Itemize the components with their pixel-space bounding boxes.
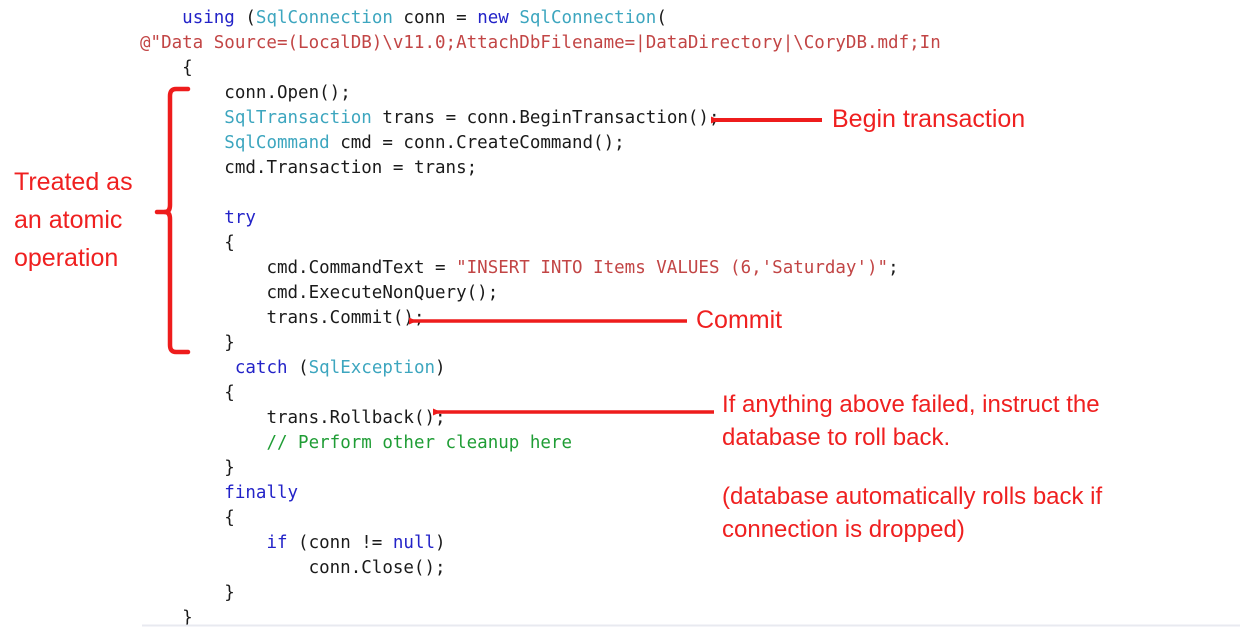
code-token: finally	[224, 483, 299, 503]
code-token: cmd = conn.CreateCommand();	[329, 133, 625, 153]
code-token: }	[224, 333, 235, 353]
code-line: }	[140, 456, 1240, 481]
code-line: }	[140, 331, 1240, 356]
code-line: cmd.CommandText = "INSERT INTO Items VAL…	[140, 256, 1240, 281]
code-token: }	[224, 458, 235, 478]
annotation-begin-transaction: Begin transaction	[832, 105, 1026, 133]
code-line: @"Data Source=(LocalDB)\v11.0;AttachDbFi…	[140, 31, 1240, 56]
code-token: catch	[224, 358, 299, 378]
code-token: }	[224, 583, 235, 603]
code-token: (	[298, 358, 309, 378]
code-token: trans = conn.BeginTransaction();	[371, 108, 720, 128]
code-token: (	[656, 8, 667, 28]
code-token: new	[477, 8, 520, 28]
code-token: SqlCommand	[224, 133, 330, 153]
code-token: {	[224, 233, 235, 253]
code-token: // Perform other cleanup here	[266, 433, 572, 453]
code-token: SqlConnection	[519, 8, 657, 28]
code-line: cmd.ExecuteNonQuery();	[140, 281, 1240, 306]
code-token: {	[224, 383, 235, 403]
code-token: SqlException	[308, 358, 436, 378]
code-token: }	[182, 608, 193, 628]
code-line: conn.Open();	[140, 81, 1240, 106]
code-line: trans.Commit();	[140, 306, 1240, 331]
code-line: cmd.Transaction = trans;	[140, 156, 1240, 181]
code-token: if	[266, 533, 299, 553]
code-line: using (SqlConnection conn = new SqlConne…	[140, 6, 1240, 31]
slide-canvas: using (SqlConnection conn = new SqlConne…	[0, 0, 1240, 629]
code-line: SqlTransaction trans = conn.BeginTransac…	[140, 106, 1240, 131]
code-token: cmd.Transaction = trans;	[224, 158, 478, 178]
code-token: conn =	[392, 8, 478, 28]
code-token: {	[224, 508, 235, 528]
code-line: {	[140, 231, 1240, 256]
code-line: }	[140, 606, 1240, 629]
code-token: conn.Open();	[224, 83, 351, 103]
code-token: (	[245, 8, 256, 28]
code-token: ;	[888, 258, 899, 278]
code-token: SqlTransaction	[224, 108, 372, 128]
code-token: try	[224, 208, 256, 228]
annotation-rollback: If anything above failed, instruct the d…	[722, 391, 1100, 451]
code-token: cmd.ExecuteNonQuery();	[266, 283, 499, 303]
code-line: }	[140, 581, 1240, 606]
annotation-atomic-operation: Treated as an atomic operation	[14, 168, 133, 272]
code-token: )	[435, 358, 446, 378]
code-token: (conn !=	[298, 533, 393, 553]
code-token: cmd.CommandText =	[266, 258, 457, 278]
code-token: using	[182, 8, 246, 28]
code-line: try	[140, 206, 1240, 231]
annotation-commit: Commit	[696, 306, 783, 334]
code-token: SqlConnection	[255, 8, 393, 28]
code-line: conn.Close();	[140, 556, 1240, 581]
code-token: conn.Close();	[308, 558, 446, 578]
annotation-auto-rollback: (database automatically rolls back if co…	[722, 483, 1103, 543]
code-token: null	[392, 533, 436, 553]
code-token: {	[182, 58, 193, 78]
code-line: SqlCommand cmd = conn.CreateCommand();	[140, 131, 1240, 156]
code-line: {	[140, 56, 1240, 81]
code-token: )	[435, 533, 446, 553]
code-token: @"Data Source=(LocalDB)\v11.0;AttachDbFi…	[140, 33, 941, 53]
code-token: trans.Commit();	[266, 308, 425, 328]
code-token: "INSERT INTO Items VALUES (6,'Saturday')…	[456, 258, 889, 278]
code-line: catch (SqlException)	[140, 356, 1240, 381]
code-token: trans.Rollback();	[266, 408, 446, 428]
